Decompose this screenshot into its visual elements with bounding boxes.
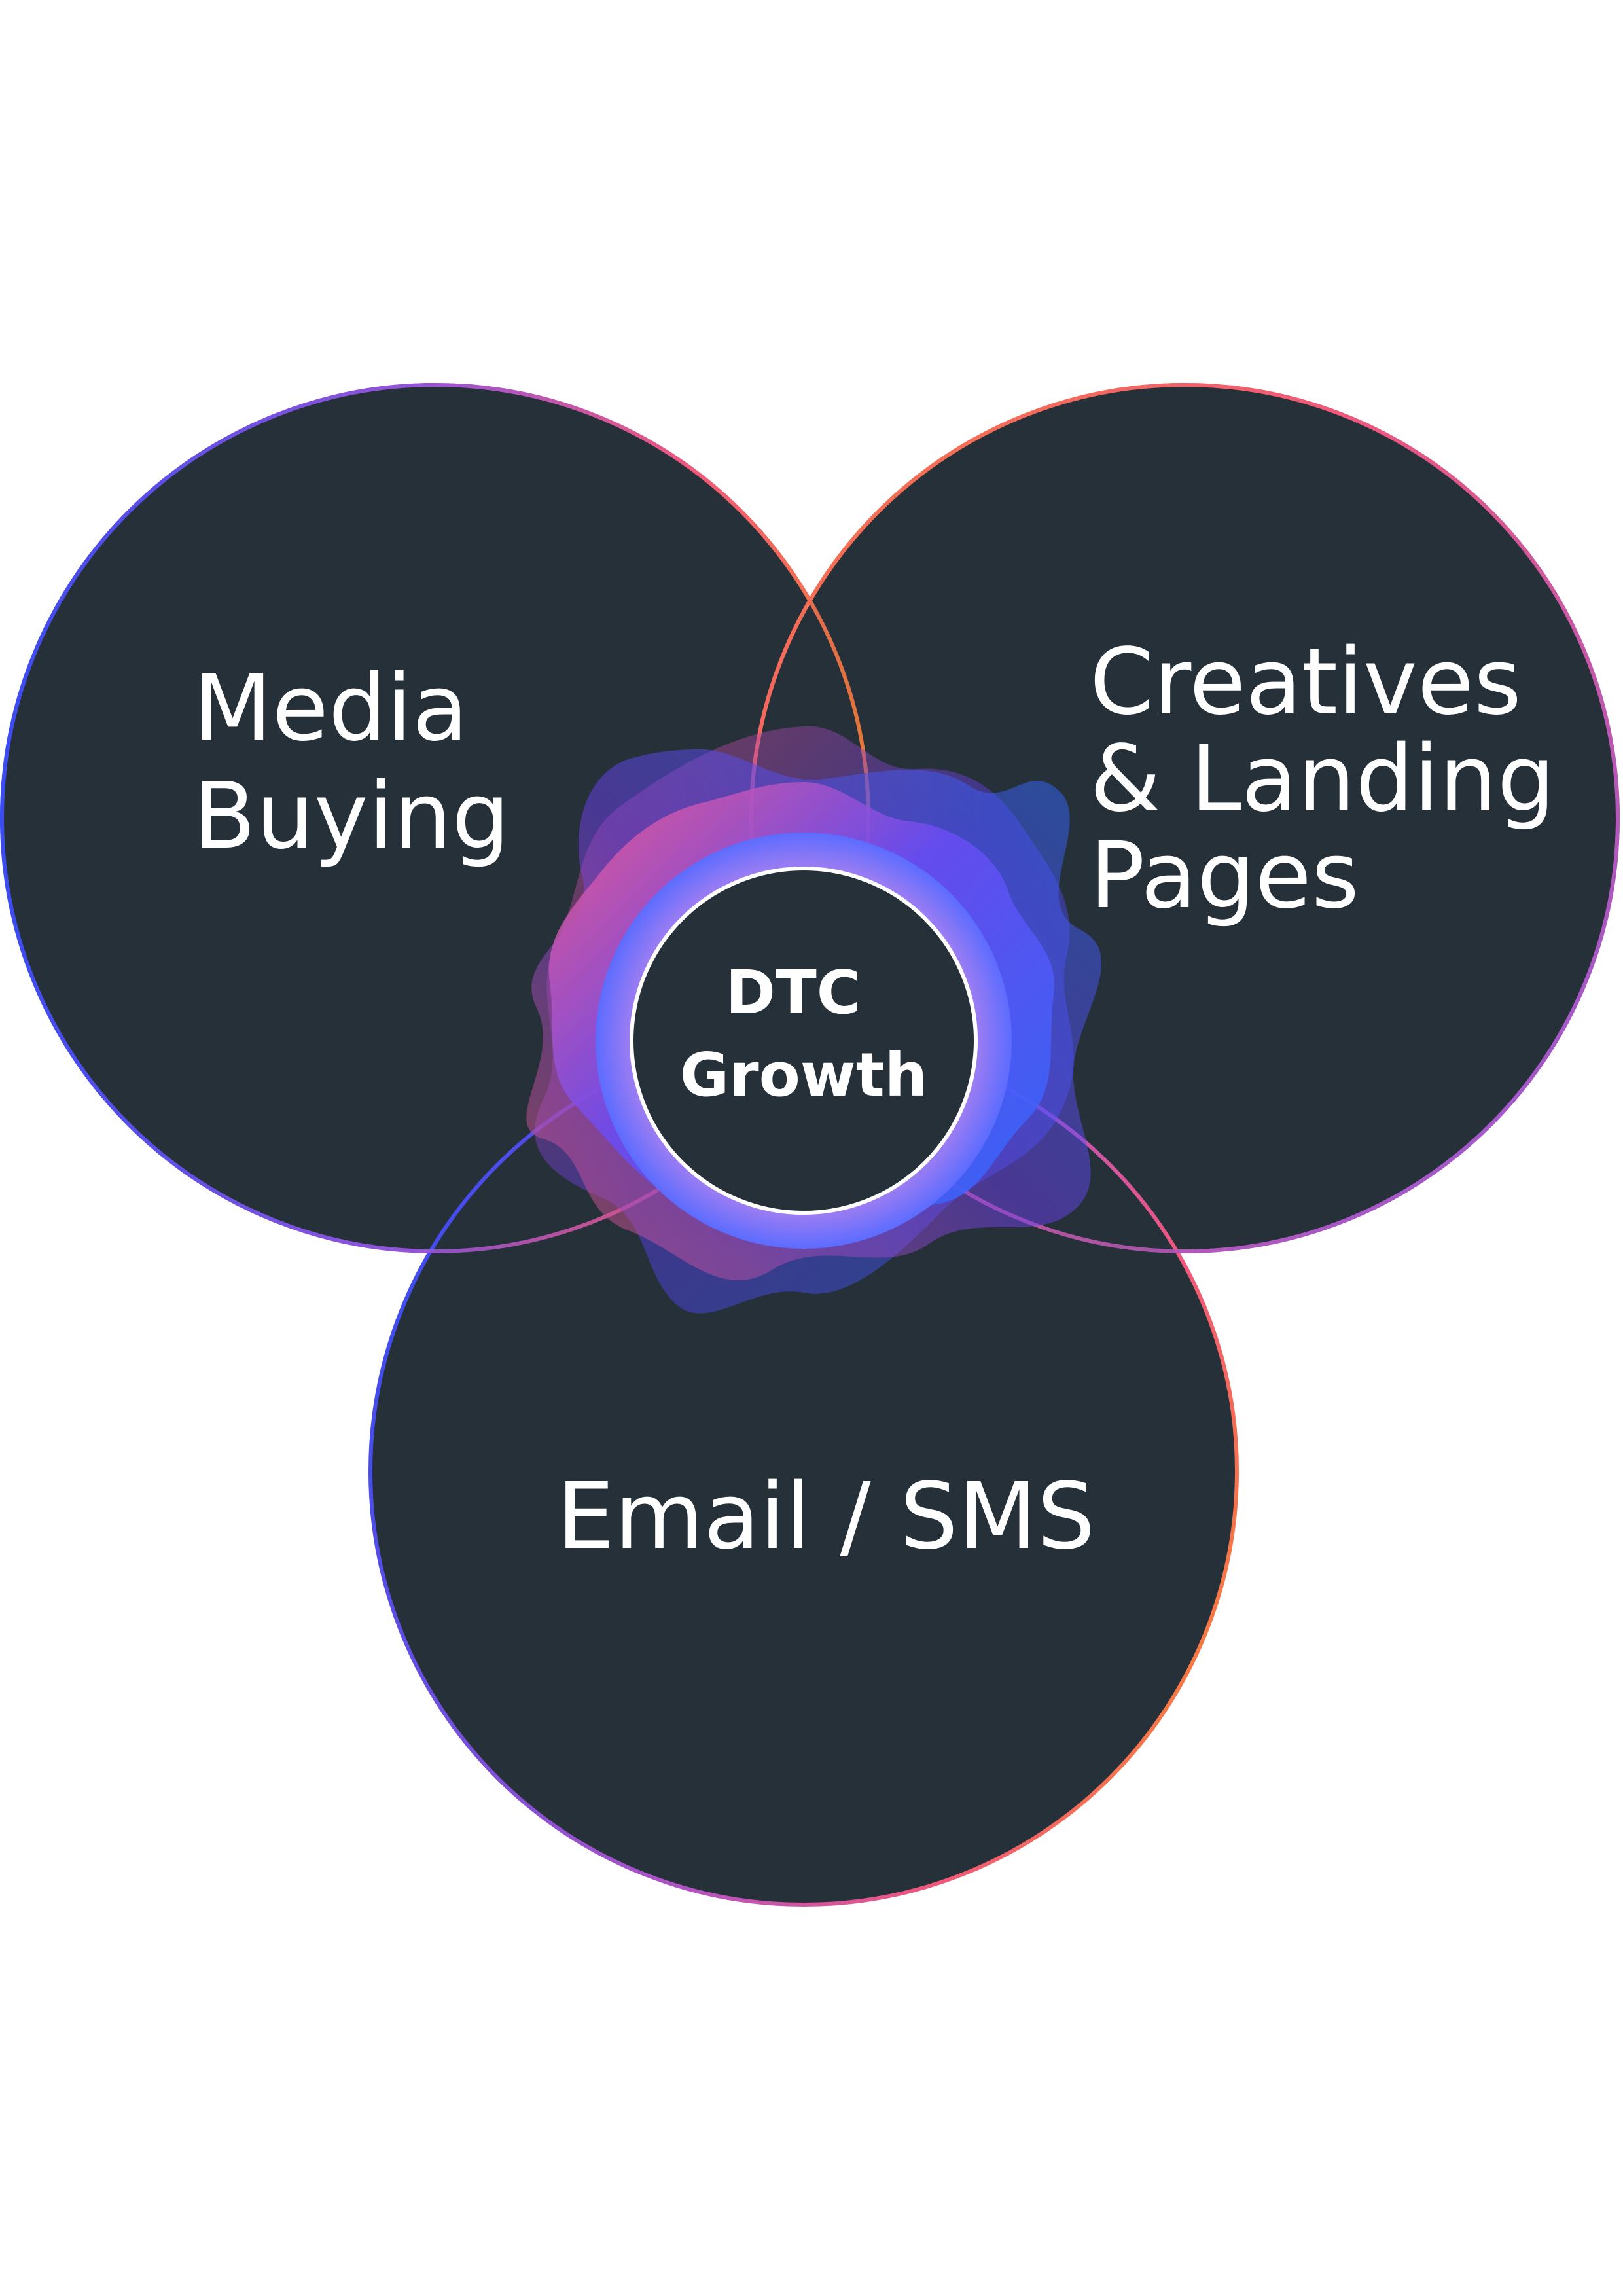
venn-diagram: Media Buying Creatives & Landing Pages E… bbox=[0, 383, 1620, 1907]
email-sms-label: Email / SMS bbox=[556, 1463, 1095, 1570]
